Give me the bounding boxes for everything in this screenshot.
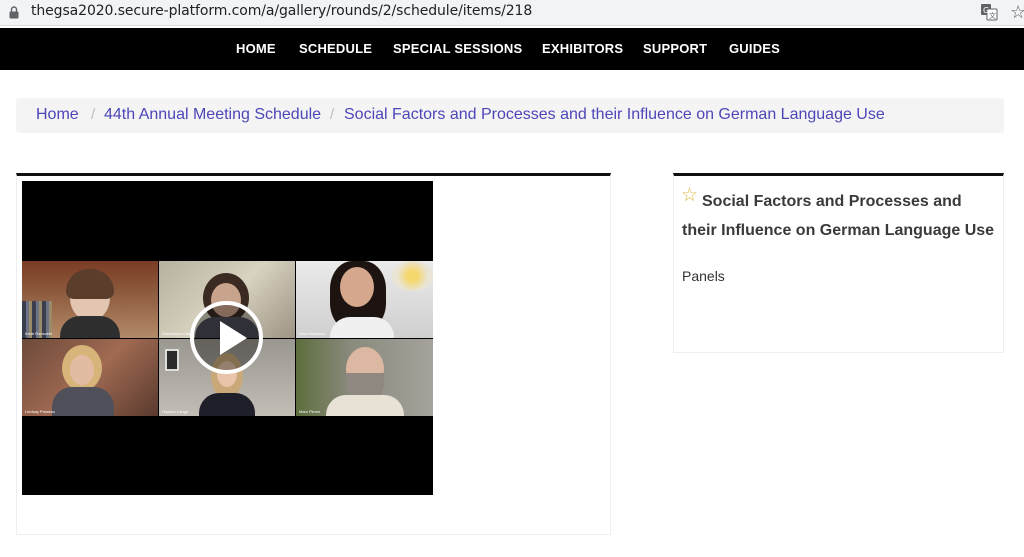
breadcrumb-current-session[interactable]: Social Factors and Processes and their I… — [344, 106, 885, 124]
breadcrumb-separator: / — [91, 106, 96, 123]
nav-home[interactable]: HOME — [236, 41, 276, 56]
participant-tile: Nina Hörmann — [296, 261, 433, 338]
browser-address-bar[interactable]: thegsa2020.secure-platform.com/a/gallery… — [0, 0, 1024, 26]
breadcrumb-schedule[interactable]: 44th Annual Meeting Schedule — [104, 106, 321, 124]
svg-text:文: 文 — [989, 11, 996, 20]
lock-icon — [9, 6, 19, 19]
play-icon — [220, 321, 247, 355]
star-outline-icon[interactable]: ☆ — [681, 186, 698, 206]
participant-name: Irene Roosveld — [25, 331, 52, 336]
session-title: Social Factors and Processes and their I… — [682, 193, 995, 239]
nav-special-sessions[interactable]: SPECIAL SESSIONS — [393, 41, 522, 56]
translate-icon[interactable]: G 文 — [980, 3, 998, 21]
session-type: Panels — [682, 268, 725, 284]
nav-schedule[interactable]: SCHEDULE — [299, 41, 372, 56]
breadcrumb-separator: / — [330, 106, 335, 123]
participant-tile: Marc Pierce — [296, 339, 433, 416]
nav-support[interactable]: SUPPORT — [643, 41, 707, 56]
nav-guides[interactable]: GUIDES — [729, 41, 780, 56]
nav-exhibitors[interactable]: EXHIBITORS — [542, 41, 623, 56]
participant-name: Gianfranca Calvo — [162, 331, 193, 336]
participant-tile: Irene Roosveld — [22, 261, 158, 338]
play-button[interactable] — [190, 301, 263, 374]
bookmark-star-icon[interactable]: ☆ — [1010, 2, 1024, 22]
breadcrumb: Home / 44th Annual Meeting Schedule / So… — [16, 98, 1004, 133]
breadcrumb-home[interactable]: Home — [36, 106, 79, 124]
participant-name: Hayden Lange — [162, 409, 189, 414]
participant-tile: Lindsay Preseau — [22, 339, 158, 416]
participant-name: Nina Hörmann — [299, 331, 325, 336]
url-text[interactable]: thegsa2020.secure-platform.com/a/gallery… — [31, 3, 532, 19]
participant-name: Lindsay Preseau — [25, 409, 55, 414]
main-nav: HOME SCHEDULE SPECIAL SESSIONS EXHIBITOR… — [0, 28, 1024, 70]
participant-name: Marc Pierce — [299, 409, 321, 414]
